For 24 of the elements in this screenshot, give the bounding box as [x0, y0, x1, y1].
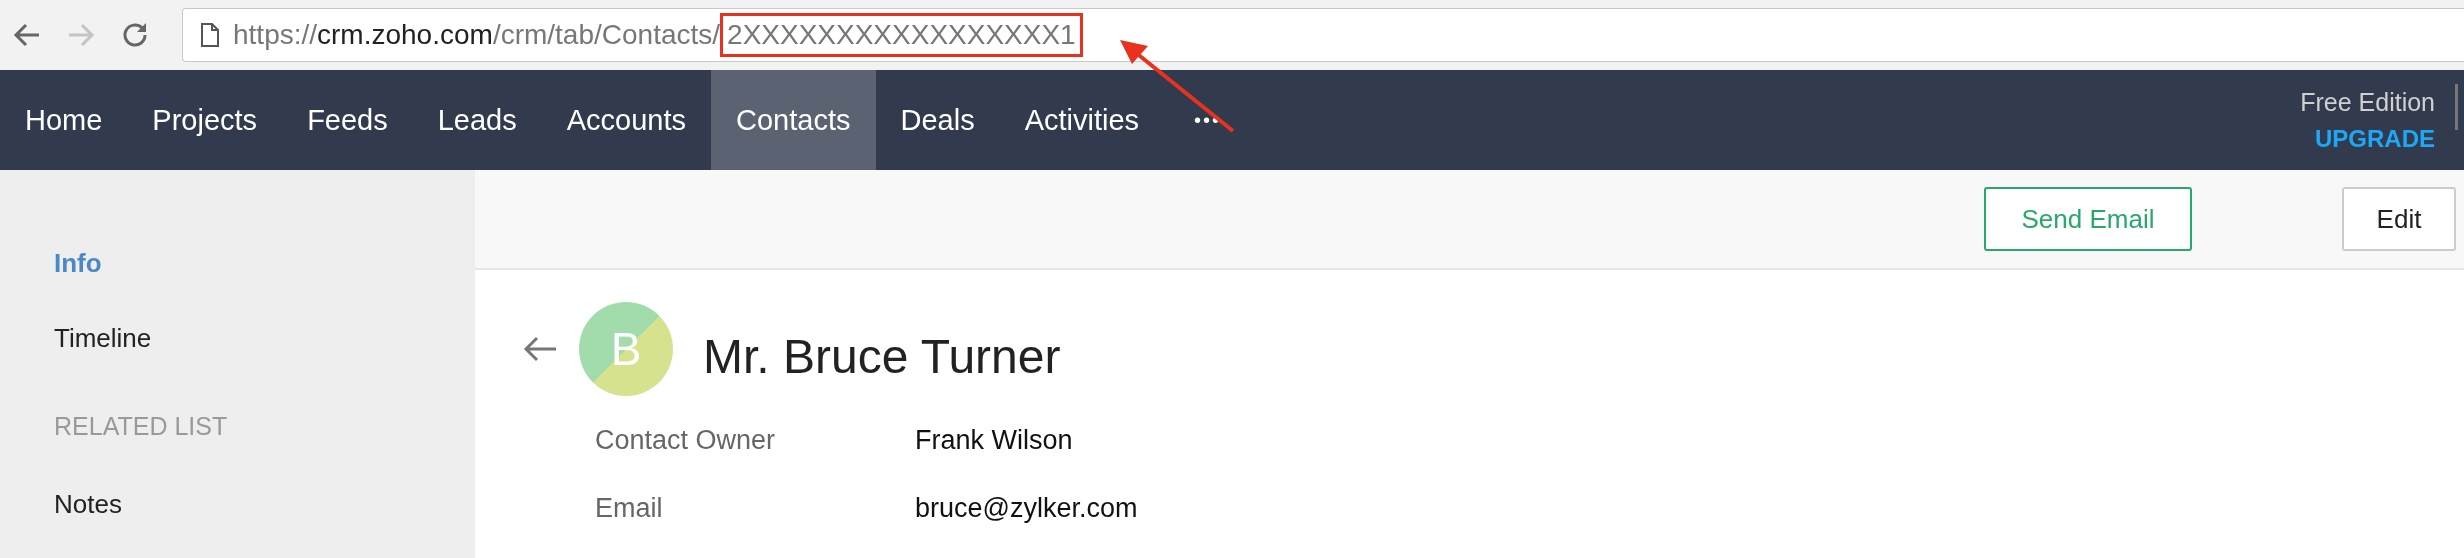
nav-tab[interactable]: Projects [127, 70, 283, 170]
sidebar-item[interactable]: Timeline [54, 323, 475, 354]
contact-name: Mr. Bruce Turner [703, 328, 1061, 384]
nav-tab[interactable]: Home [0, 70, 128, 170]
nav-tab[interactable]: Deals [875, 70, 1000, 170]
nav-tab[interactable]: Contacts [711, 70, 876, 170]
edition-label: Free Edition [2300, 87, 2435, 117]
section-heading: RELATED LIST [54, 412, 229, 441]
field-value: bruce@zylker.com [915, 492, 1138, 524]
nav-tab[interactable]: Activities [999, 70, 1165, 170]
nav-tab[interactable]: Accounts [541, 70, 712, 170]
sidebar-item[interactable]: Notes [54, 489, 475, 520]
address-bar[interactable]: https://crm.zoho.com/crm/tab/Contacts/ 2XXXXXXXXXXXXXXXXX1 [182, 8, 2464, 62]
field-value: Frank Wilson [915, 424, 1073, 456]
field-label: Contact Owner [595, 424, 777, 456]
nav-tab[interactable]: Feeds [282, 70, 413, 170]
page-icon [201, 23, 219, 47]
avatar: B [579, 302, 673, 396]
url-text: https://crm.zoho.com/crm/tab/Contacts/ 2XXXXXXXXXXXXXXXXX1 [233, 11, 1083, 59]
upgrade-link[interactable]: UPGRADE [2315, 124, 2435, 153]
field-label: Email [595, 492, 664, 524]
edit-button[interactable]: Edit [2342, 187, 2456, 251]
back-arrow-icon[interactable] [523, 336, 557, 362]
nav-tab[interactable]: Leads [412, 70, 542, 170]
